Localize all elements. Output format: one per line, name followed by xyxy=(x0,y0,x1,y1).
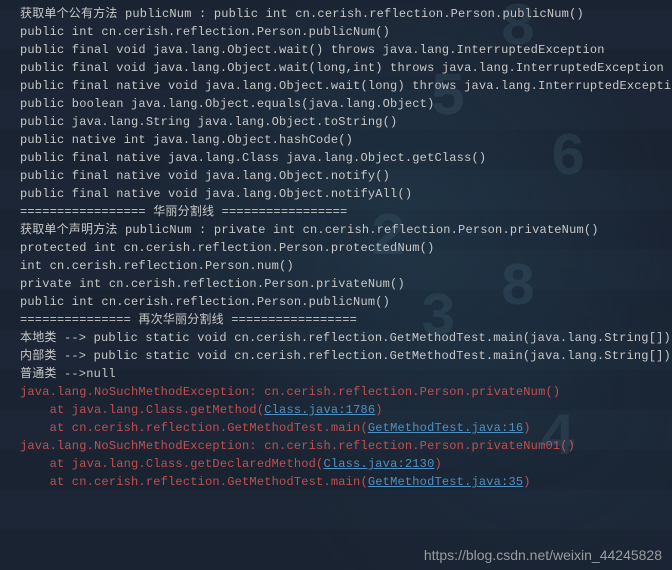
console-line: ================= 华丽分割线 ================… xyxy=(20,203,664,221)
console-line: java.lang.NoSuchMethodException: cn.ceri… xyxy=(20,383,664,401)
console-line: public final native void java.lang.Objec… xyxy=(20,185,664,203)
trace-prefix: at cn.cerish.reflection.GetMethodTest.ma… xyxy=(20,421,368,435)
trace-suffix: ) xyxy=(434,457,441,471)
console-line: public final void java.lang.Object.wait(… xyxy=(20,59,664,77)
trace-prefix: at java.lang.Class.getDeclaredMethod( xyxy=(20,457,323,471)
trace-suffix: ) xyxy=(523,475,530,489)
console-line: 普通类 -->null xyxy=(20,365,664,383)
console-line: at java.lang.Class.getDeclaredMethod(Cla… xyxy=(20,455,664,473)
console-line: public final void java.lang.Object.wait(… xyxy=(20,41,664,59)
console-line: public native int java.lang.Object.hashC… xyxy=(20,131,664,149)
console-output: 获取单个公有方法 publicNum : public int cn.ceris… xyxy=(20,5,664,491)
source-link[interactable]: GetMethodTest.java:35 xyxy=(368,475,523,489)
trace-prefix: at cn.cerish.reflection.GetMethodTest.ma… xyxy=(20,475,368,489)
console-line: private int cn.cerish.reflection.Person.… xyxy=(20,275,664,293)
console-line: public int cn.cerish.reflection.Person.p… xyxy=(20,23,664,41)
source-link[interactable]: Class.java:2130 xyxy=(323,457,434,471)
console-line: java.lang.NoSuchMethodException: cn.ceri… xyxy=(20,437,664,455)
console-line: public final native java.lang.Class java… xyxy=(20,149,664,167)
source-link[interactable]: Class.java:1786 xyxy=(264,403,375,417)
console-line: 内部类 --> public static void cn.cerish.ref… xyxy=(20,347,664,365)
console-line: 本地类 --> public static void cn.cerish.ref… xyxy=(20,329,664,347)
console-line: public int cn.cerish.reflection.Person.p… xyxy=(20,293,664,311)
trace-suffix: ) xyxy=(375,403,382,417)
console-line: at java.lang.Class.getMethod(Class.java:… xyxy=(20,401,664,419)
console-line: at cn.cerish.reflection.GetMethodTest.ma… xyxy=(20,473,664,491)
console-line: public java.lang.String java.lang.Object… xyxy=(20,113,664,131)
console-line: public final native void java.lang.Objec… xyxy=(20,167,664,185)
console-line: public boolean java.lang.Object.equals(j… xyxy=(20,95,664,113)
console-line: public final native void java.lang.Objec… xyxy=(20,77,664,95)
source-link[interactable]: GetMethodTest.java:16 xyxy=(368,421,523,435)
console-line: =============== 再次华丽分割线 ================… xyxy=(20,311,664,329)
console-line: protected int cn.cerish.reflection.Perso… xyxy=(20,239,664,257)
trace-prefix: at java.lang.Class.getMethod( xyxy=(20,403,264,417)
console-line: 获取单个公有方法 publicNum : public int cn.ceris… xyxy=(20,5,664,23)
trace-suffix: ) xyxy=(523,421,530,435)
console-line: int cn.cerish.reflection.Person.num() xyxy=(20,257,664,275)
console-line: 获取单个声明方法 publicNum : private int cn.ceri… xyxy=(20,221,664,239)
watermark: https://blog.csdn.net/weixin_44245828 xyxy=(424,546,662,564)
console-line: at cn.cerish.reflection.GetMethodTest.ma… xyxy=(20,419,664,437)
